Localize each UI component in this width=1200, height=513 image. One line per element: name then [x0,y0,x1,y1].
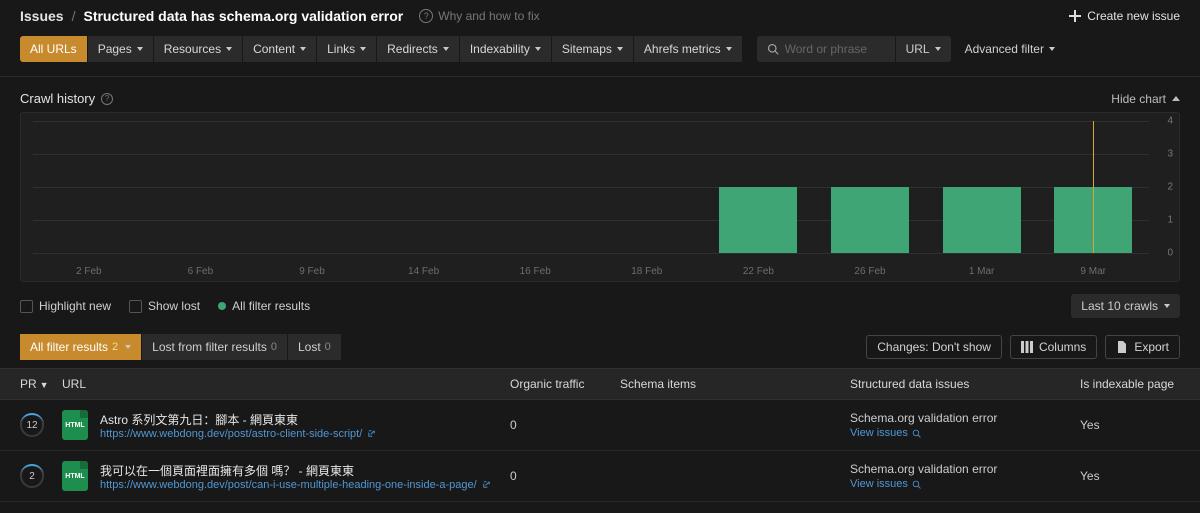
chevron-down-icon [1049,47,1055,51]
chevron-down-icon [726,47,732,51]
table-row: 12 HTML Astro 系列文第九日：腳本 - 網頁東東https://www.… [0,400,1200,451]
breadcrumb-issues[interactable]: Issues [20,8,64,24]
hide-chart-toggle[interactable]: Hide chart [1111,92,1180,106]
view-issues-link[interactable]: View issues [850,427,1080,439]
chevron-down-icon [443,47,449,51]
x-axis-label: 9 Mar [1080,266,1106,277]
col-schema-items[interactable]: Schema items [620,377,850,391]
highlight-new-checkbox[interactable]: Highlight new [20,299,111,313]
columns-button[interactable]: Columns [1010,335,1097,359]
create-label: Create new issue [1087,9,1180,23]
cell-indexable: Yes [1080,469,1180,483]
row-title[interactable]: Astro 系列文第九日：腳本 - 網頁東東 [100,411,376,428]
show-lost-checkbox[interactable]: Show lost [129,299,200,313]
x-axis-label: 6 Feb [188,266,214,277]
filter-all-urls[interactable]: All URLs [20,36,88,62]
row-url-link[interactable]: https://www.webdong.dev/post/can-i-use-m… [100,479,491,491]
pr-badge: 2 [20,464,44,488]
cell-sdi: Schema.org validation error [850,411,1080,425]
row-title[interactable]: 我可以在一個頁面裡面擁有多個 嗎？ - 網頁東東 [100,462,491,479]
external-link-icon [482,480,491,489]
chart-bar[interactable] [943,187,1021,253]
breadcrumb: Issues / Structured data has schema.org … [20,8,540,24]
chevron-down-icon [300,47,306,51]
cell-organic-traffic: 0 [510,418,620,432]
help-text: Why and how to fix [438,9,539,23]
search-scope-dropdown[interactable]: URL [895,36,951,62]
x-axis-label: 26 Feb [854,266,885,277]
filter-links[interactable]: Links [317,36,377,62]
chevron-down-icon [360,47,366,51]
row-url-link[interactable]: https://www.webdong.dev/post/astro-clien… [100,428,376,440]
export-button[interactable]: Export [1105,335,1180,359]
filter-indexability[interactable]: Indexability [460,36,552,62]
filter-resources[interactable]: Resources [154,36,243,62]
chevron-down-icon [935,47,941,51]
external-link-icon [367,429,376,438]
tab-lost-from-filter[interactable]: Lost from filter results 0 [142,334,288,360]
x-axis-label: 9 Feb [299,266,325,277]
col-indexable[interactable]: Is indexable page [1080,377,1180,391]
chevron-down-icon [1164,304,1170,308]
filter-bar: All URLs Pages Resources Content Links R… [0,36,1200,77]
table-row: 2 HTML 我可以在一個頁面裡面擁有多個 嗎？ - 網頁東東https://www… [0,451,1200,502]
help-icon[interactable]: ? [101,93,113,105]
breadcrumb-sep: / [72,8,76,24]
cell-organic-traffic: 0 [510,469,620,483]
search-input[interactable] [785,42,885,56]
filter-sitemaps[interactable]: Sitemaps [552,36,634,62]
search-field[interactable] [757,36,895,62]
cell-indexable: Yes [1080,418,1180,432]
filter-ahrefs-metrics[interactable]: Ahrefs metrics [634,36,743,62]
crawl-history-title: Crawl history ? [20,91,113,106]
chevron-down-icon [617,47,623,51]
last-crawls-dropdown[interactable]: Last 10 crawls [1071,294,1180,318]
chevron-up-icon [1172,96,1180,101]
x-axis-label: 14 Feb [408,266,439,277]
pr-badge: 12 [20,413,44,437]
results-tabs: All filter results 2 Lost from filter re… [20,334,342,360]
export-icon [1116,341,1128,353]
x-axis-label: 2 Feb [76,266,102,277]
legend-all-filter: All filter results [218,299,310,313]
col-organic-traffic[interactable]: Organic traffic [510,377,620,391]
crawl-history-chart: 012342 Feb6 Feb9 Feb14 Feb16 Feb18 Feb22… [20,112,1180,282]
col-pr[interactable]: PR▼ [20,377,62,391]
html-file-icon: HTML [62,410,88,440]
view-issues-link[interactable]: View issues [850,478,1080,490]
cell-sdi: Schema.org validation error [850,462,1080,476]
advanced-filter[interactable]: Advanced filter [965,42,1055,56]
create-new-issue-button[interactable]: Create new issue [1069,9,1180,23]
search-icon [912,480,921,489]
chart-bar[interactable] [719,187,797,253]
x-axis-label: 22 Feb [743,266,774,277]
columns-icon [1021,341,1033,353]
filter-content[interactable]: Content [243,36,317,62]
help-link[interactable]: ? Why and how to fix [419,9,539,23]
chart-bar[interactable] [831,187,909,253]
search-icon [767,43,779,55]
chevron-down-icon [535,47,541,51]
search-icon [912,429,921,438]
x-axis-label: 18 Feb [631,266,662,277]
html-file-icon: HTML [62,461,88,491]
col-url[interactable]: URL [62,377,510,391]
col-structured-data-issues[interactable]: Structured data issues [850,377,1080,391]
help-icon: ? [419,9,433,23]
plus-icon [1069,10,1081,22]
chart-legend: Highlight new Show lost All filter resul… [20,299,310,313]
chevron-down-icon [226,47,232,51]
tab-lost[interactable]: Lost 0 [288,334,342,360]
filter-pages[interactable]: Pages [88,36,154,62]
filter-redirects[interactable]: Redirects [377,36,460,62]
results-table: PR▼ URL Organic traffic Schema items Str… [0,368,1200,502]
chevron-down-icon [137,47,143,51]
x-axis-label: 16 Feb [520,266,551,277]
page-title: Structured data has schema.org validatio… [83,8,403,24]
x-axis-label: 1 Mar [969,266,995,277]
tab-all-filter-results[interactable]: All filter results 2 [20,334,142,360]
changes-button[interactable]: Changes: Don't show [866,335,1002,359]
chevron-down-icon [125,345,131,349]
chart-highlight-line [1093,121,1094,253]
